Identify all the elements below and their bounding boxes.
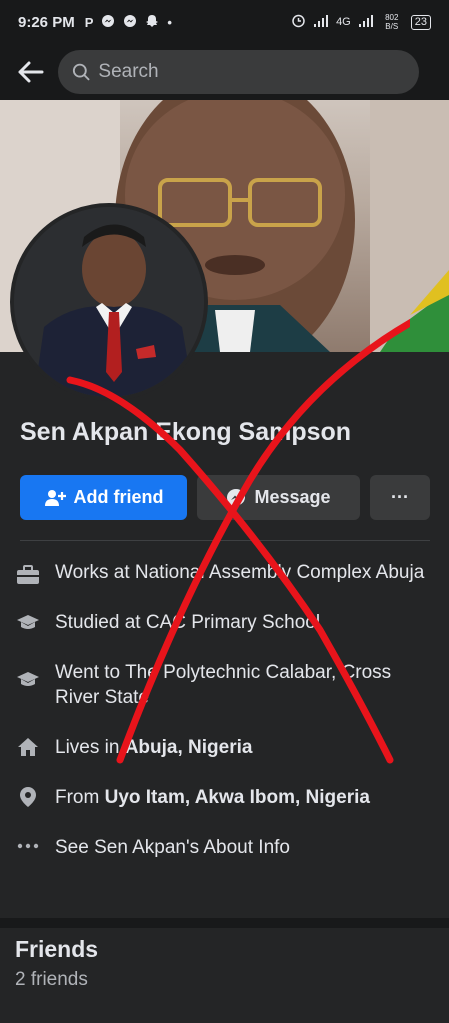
signal-icon-2 — [358, 14, 373, 30]
status-bar: 9:26 PM P • 4G 802 B/S 23 — [0, 0, 449, 44]
ellipsis-icon — [14, 843, 42, 849]
add-friend-label: Add friend — [73, 487, 164, 507]
dot-icon: • — [167, 14, 172, 30]
briefcase-icon — [14, 565, 42, 585]
detail-work-text: Works at National Assembly Complex Abuja — [55, 562, 425, 583]
back-arrow-icon — [18, 61, 44, 83]
p-notification-icon: P — [84, 14, 94, 30]
battery-icon: 23 — [410, 14, 431, 30]
messenger-icon — [101, 14, 115, 31]
add-friend-button[interactable]: Add friend — [20, 475, 187, 520]
friends-count[interactable]: 2 friends — [15, 969, 88, 991]
search-icon — [72, 63, 90, 81]
network-type: 4G — [336, 16, 351, 28]
more-icon: ··· — [391, 487, 409, 507]
detail-about-link[interactable]: See Sen Akpan's About Info — [14, 835, 434, 885]
detail-education-2: Went to The Polytechnic Calabar, Cross R… — [14, 660, 434, 735]
notification-icons: P • — [85, 14, 172, 31]
detail-lives-value: Abuja, Nigeria — [124, 737, 253, 758]
profile-picture[interactable] — [10, 203, 208, 401]
graduation-cap-icon — [14, 613, 42, 633]
detail-from: From Uyo Itam, Akwa Ibom, Nigeria — [14, 785, 434, 835]
messenger-icon-2 — [123, 14, 137, 31]
detail-from-prefix: From — [55, 787, 105, 808]
messenger-icon — [227, 488, 246, 507]
location-pin-icon — [14, 786, 42, 808]
detail-lives: Lives in Abuja, Nigeria — [14, 735, 434, 785]
add-friend-icon — [44, 489, 66, 506]
more-options-button[interactable]: ··· — [370, 475, 430, 520]
alarm-icon — [291, 13, 306, 31]
detail-education-1-text: Studied at CAC Primary School — [55, 612, 321, 633]
back-button[interactable] — [12, 54, 48, 90]
search-box[interactable] — [58, 50, 419, 94]
status-time: 9:26 PM — [18, 13, 75, 31]
detail-education-2-text: Went to The Polytechnic Calabar, Cross R… — [55, 662, 392, 708]
detail-about-text[interactable]: See Sen Akpan's About Info — [55, 835, 290, 860]
profile-actions: Add friend Message ··· — [20, 475, 430, 520]
top-bar — [0, 44, 449, 100]
detail-from-value: Uyo Itam, Akwa Ibom, Nigeria — [104, 787, 370, 808]
detail-education-1: Studied at CAC Primary School — [14, 610, 434, 660]
graduation-cap-icon — [14, 670, 42, 690]
search-input[interactable] — [98, 61, 405, 83]
avatar-portrait — [14, 207, 204, 397]
detail-lives-prefix: Lives in — [55, 737, 125, 758]
home-icon — [14, 737, 42, 757]
message-label: Message — [254, 487, 331, 507]
message-button[interactable]: Message — [197, 475, 360, 520]
signal-icon — [314, 14, 329, 30]
friends-title: Friends — [15, 936, 99, 962]
divider — [20, 540, 430, 541]
snapchat-icon — [145, 14, 159, 31]
profile-name: Sen Akpan Ekong Sampson — [20, 418, 352, 446]
profile-details: Works at National Assembly Complex Abuja… — [14, 560, 434, 885]
data-speed: 802 B/S — [385, 13, 399, 31]
detail-work: Works at National Assembly Complex Abuja — [14, 560, 434, 610]
system-icons: 4G 802 B/S 23 — [291, 13, 431, 31]
